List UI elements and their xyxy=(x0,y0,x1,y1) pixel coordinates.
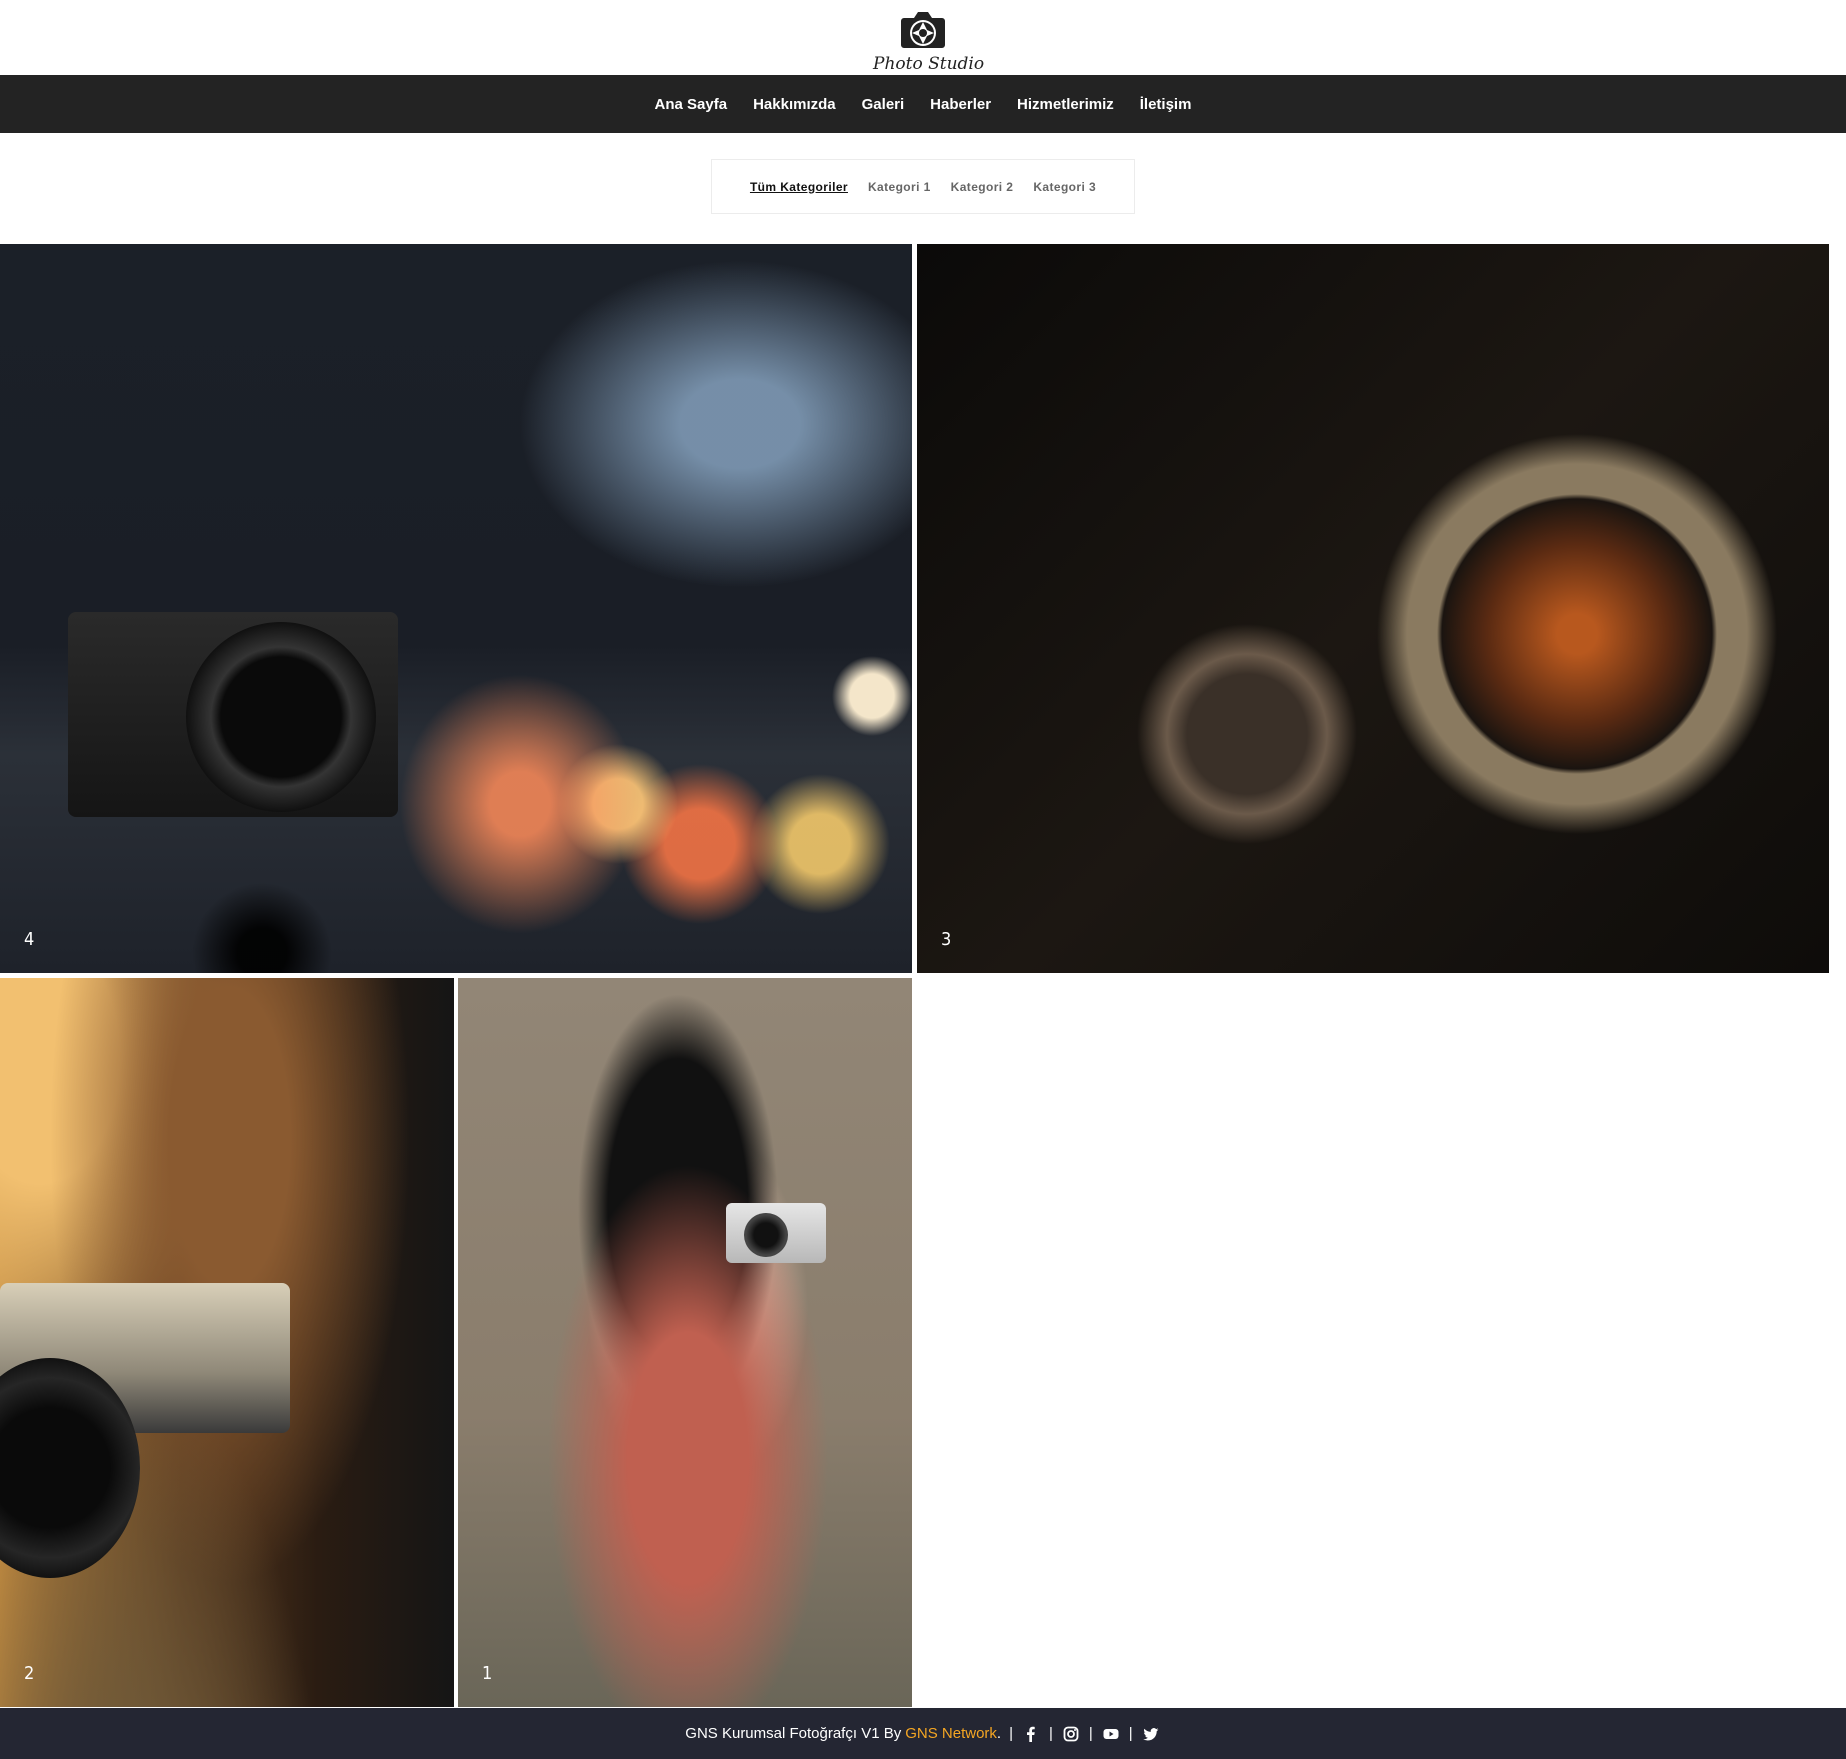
footer-divider: | xyxy=(1009,1725,1013,1742)
footer-brand-link[interactable]: GNS Network xyxy=(905,1725,997,1742)
footer-brand-suffix: . xyxy=(996,1725,1002,1742)
category-filter: Tüm Kategoriler Kategori 1 Kategori 2 Ka… xyxy=(711,159,1135,214)
footer-divider: | xyxy=(1048,1725,1053,1742)
gallery-item-caption: 1 xyxy=(482,1663,493,1684)
nav-item-iletisim[interactable]: İletişim xyxy=(1140,96,1192,113)
gallery-item[interactable]: 3 xyxy=(917,244,1829,973)
main-navigation: Ana Sayfa Hakkımızda Galeri Haberler Hiz… xyxy=(0,75,1846,133)
gallery-item[interactable]: 2 xyxy=(0,978,454,1707)
logo-text: Photo Studio xyxy=(873,54,985,74)
gallery-photo-lens xyxy=(744,1213,788,1257)
youtube-icon[interactable] xyxy=(1103,1726,1119,1742)
filter-category-2[interactable]: Kategori 2 xyxy=(951,180,1014,194)
footer-divider: | xyxy=(1128,1725,1133,1742)
nav-item-ana-sayfa[interactable]: Ana Sayfa xyxy=(655,96,728,113)
nav-item-haberler[interactable]: Haberler xyxy=(930,96,991,113)
site-header: Photo Studio xyxy=(0,0,1846,75)
gallery-item-caption: 4 xyxy=(24,929,35,950)
gallery-item-caption: 3 xyxy=(941,929,952,950)
nav-item-hizmetlerimiz[interactable]: Hizmetlerimiz xyxy=(1017,96,1114,113)
site-logo[interactable]: Photo Studio xyxy=(873,6,985,74)
filter-all-categories[interactable]: Tüm Kategoriler xyxy=(750,180,848,194)
facebook-icon[interactable] xyxy=(1023,1726,1039,1742)
footer-text: GNS Kurumsal Fotoğrafçı V1 By xyxy=(685,1725,902,1742)
camera-aperture-icon xyxy=(901,12,945,48)
twitter-icon[interactable] xyxy=(1142,1726,1159,1742)
footer-divider: | xyxy=(1088,1725,1093,1742)
nav-item-galeri[interactable]: Galeri xyxy=(862,96,905,113)
filter-category-1[interactable]: Kategori 1 xyxy=(868,180,931,194)
nav-item-hakkimizda[interactable]: Hakkımızda xyxy=(753,96,836,113)
filter-category-3[interactable]: Kategori 3 xyxy=(1033,180,1096,194)
site-footer: GNS Kurumsal Fotoğrafçı V1 By GNS Networ… xyxy=(0,1708,1846,1759)
gallery-item[interactable]: 4 xyxy=(0,244,912,973)
gallery-item-caption: 2 xyxy=(24,1663,35,1684)
instagram-icon[interactable] xyxy=(1063,1726,1079,1742)
gallery-item[interactable]: 1 xyxy=(458,978,912,1707)
gallery-photo-lens xyxy=(186,622,376,812)
